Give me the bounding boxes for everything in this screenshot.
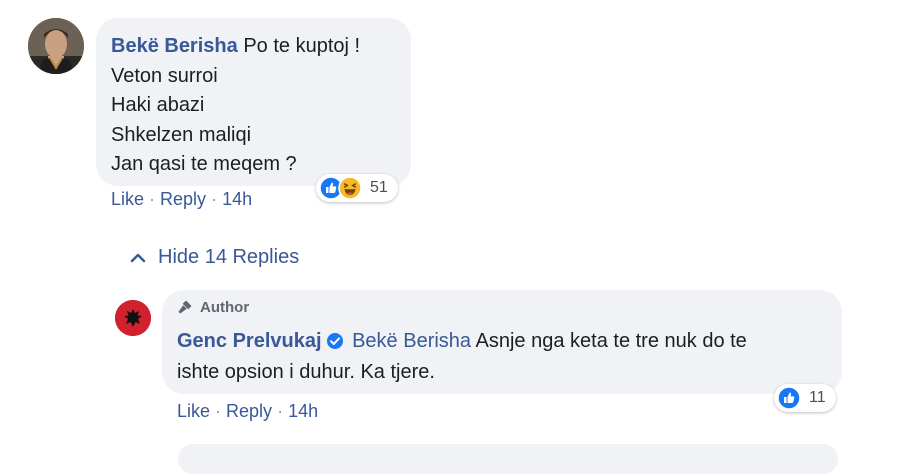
separator: · (149, 189, 156, 209)
comment-bubble: Bekë Berisha Po te kuptoj ! Veton surroi… (96, 18, 411, 186)
reply-link[interactable]: Reply (160, 189, 206, 209)
comment-line: Veton surroi (111, 64, 218, 87)
reactions-summary[interactable]: 11 (774, 384, 836, 412)
avatar[interactable] (28, 18, 84, 74)
comment-line: Po te kuptoj ! (243, 35, 361, 57)
reply-actions: Like · Reply · 14h (177, 401, 318, 422)
chevron-up-icon (130, 253, 146, 262)
separator: · (215, 401, 222, 421)
albanian-flag-icon (115, 300, 151, 336)
author-badge: Author (176, 298, 249, 316)
reaction-count: 11 (809, 389, 826, 406)
verified-badge-icon (326, 330, 344, 358)
comment-author-link[interactable]: Bekë Berisha (111, 35, 238, 57)
reply-text: Genc Prelvukaj Bekë Berisha Asnje nga ke… (177, 327, 827, 386)
author-badge-label: Author (200, 298, 250, 316)
separator: · (211, 189, 218, 209)
reply-link[interactable]: Reply (226, 401, 272, 421)
reply-text-part: ishte opsion i duhur. Ka tjere. (177, 361, 435, 383)
like-link[interactable]: Like (177, 401, 210, 421)
mention-link[interactable]: Bekë Berisha (352, 330, 471, 352)
avatar[interactable] (115, 300, 151, 336)
next-reply-bubble (178, 444, 838, 474)
hide-replies-link[interactable]: Hide 14 Replies (130, 246, 299, 269)
hide-replies-label: Hide 14 Replies (158, 246, 300, 268)
haha-icon (338, 176, 362, 200)
separator: · (277, 401, 284, 421)
microphone-icon (178, 300, 192, 314)
comment-line: Haki abazi (111, 94, 205, 116)
like-link[interactable]: Like (111, 189, 144, 209)
reply-text-part: Asnje nga keta te tre nuk do te (475, 330, 747, 352)
like-icon (777, 386, 801, 410)
timestamp-link[interactable]: 14h (288, 401, 318, 421)
comment-line: Shkelzen maliqi (111, 123, 252, 146)
comment-text: Bekë Berisha Po te kuptoj ! Veton surroi… (111, 32, 360, 180)
reply-bubble: Author Genc Prelvukaj Bekë Berisha Asnje… (162, 290, 842, 394)
reactions-summary[interactable]: 51 (316, 174, 398, 202)
reply-author-link[interactable]: Genc Prelvukaj (177, 330, 322, 352)
reaction-count: 51 (370, 179, 388, 196)
comment-actions: Like · Reply · 14h (111, 189, 252, 210)
timestamp-link[interactable]: 14h (222, 189, 252, 209)
profile-photo (28, 18, 84, 74)
